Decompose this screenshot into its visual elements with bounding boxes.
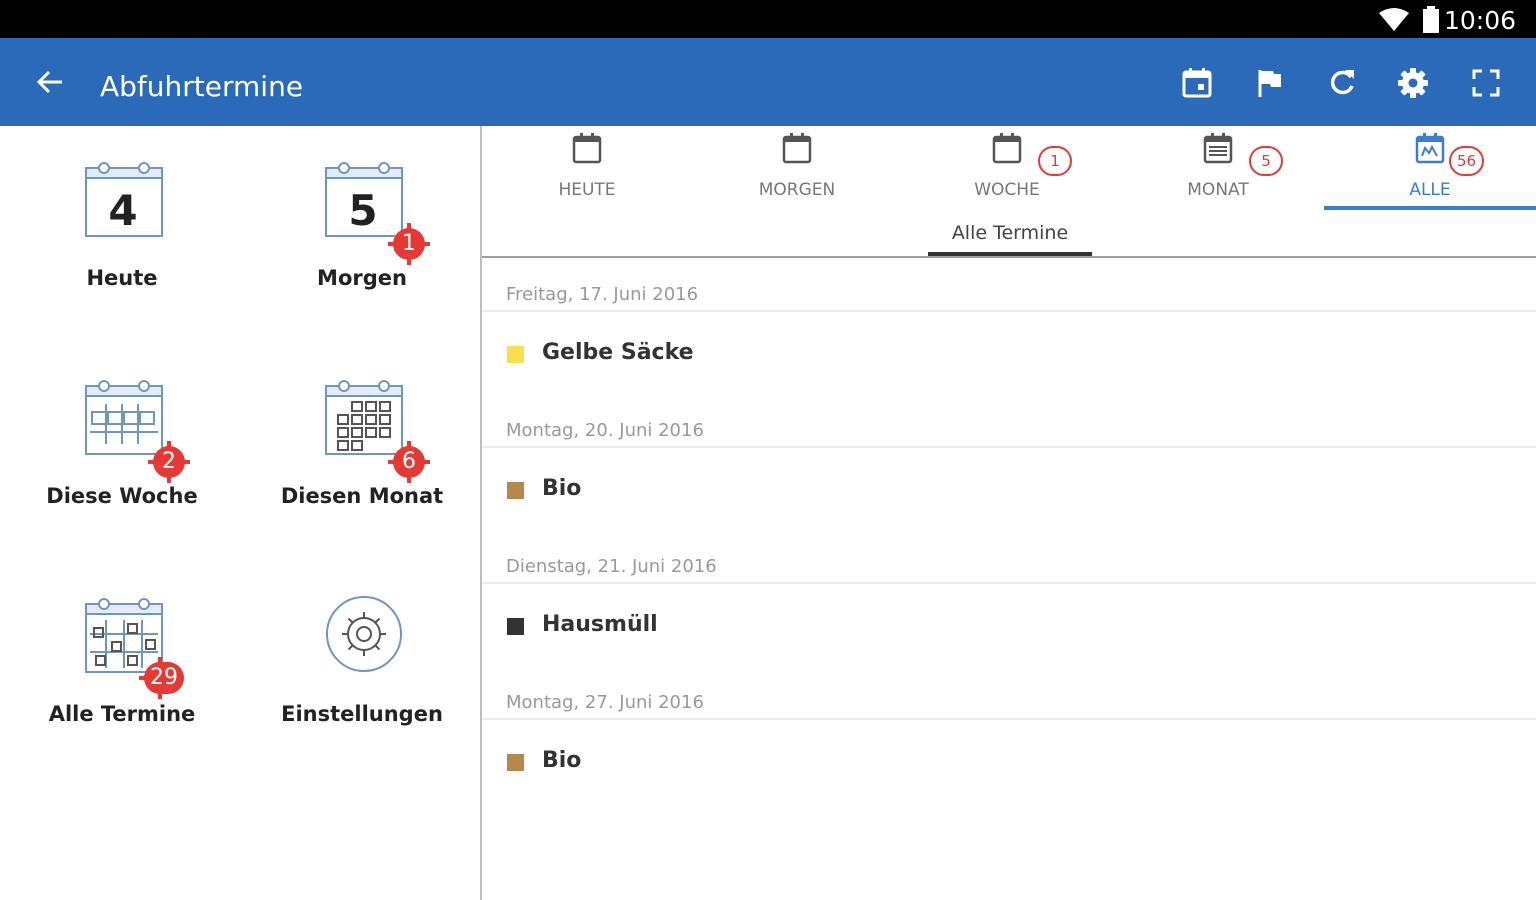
- tile-alle-termine[interactable]: 29 Alle Termine: [22, 594, 222, 784]
- app-bar: Abfuhrtermine: [0, 38, 1536, 126]
- count-badge: 6: [388, 441, 430, 483]
- waste-color-swatch: [507, 618, 524, 635]
- tile-label: Diesen Monat: [280, 484, 444, 508]
- app-title: Abfuhrtermine: [100, 70, 304, 103]
- entry-date: Freitag, 17. Juni 2016: [482, 258, 1536, 312]
- list-item[interactable]: Hausmüll: [482, 584, 1536, 666]
- tab-count-badge: 5: [1249, 146, 1283, 176]
- tab-label: MORGEN: [758, 180, 836, 200]
- tile-morgen[interactable]: 5 1 Morgen: [262, 158, 462, 348]
- tab-label: WOCHE: [974, 180, 1040, 200]
- tile-label: Einstellungen: [281, 702, 443, 726]
- list-group: Montag, 20. Juni 2016 Bio: [482, 394, 1536, 530]
- refresh-icon[interactable]: [1325, 66, 1359, 100]
- calendar-icon: [782, 133, 812, 164]
- tab-count-badge: 1: [1038, 146, 1072, 176]
- tile-diesen-monat[interactable]: 6 Diesen Monat: [262, 376, 462, 566]
- settings-gear-icon[interactable]: [1396, 66, 1430, 100]
- calendar-week-icon: [85, 380, 163, 455]
- tab-alle[interactable]: 56 ALLE: [1325, 126, 1535, 211]
- subtab-alle-termine[interactable]: Alle Termine: [928, 222, 1092, 244]
- entry-date: Montag, 20. Juni 2016: [482, 394, 1536, 448]
- tab-woche[interactable]: 1 WOCHE: [902, 126, 1112, 211]
- tile-label: Heute: [86, 266, 158, 290]
- waste-color-swatch: [507, 346, 524, 363]
- count-badge: 1: [388, 223, 430, 265]
- list-group: Freitag, 17. Juni 2016 Gelbe Säcke: [482, 258, 1536, 394]
- tile-label: Alle Termine: [48, 702, 196, 726]
- list-item[interactable]: Bio: [482, 720, 1536, 802]
- waste-color-swatch: [507, 482, 524, 499]
- calendar-today-icon[interactable]: [1180, 66, 1214, 100]
- calendar-all-icon: [1415, 133, 1445, 164]
- flag-icon[interactable]: [1253, 66, 1287, 100]
- tab-morgen[interactable]: MORGEN: [692, 126, 902, 211]
- tile-diese-woche[interactable]: 2 Diese Woche: [22, 376, 222, 566]
- entry-name: Hausmüll: [542, 612, 658, 637]
- settings-gear-icon: [326, 596, 402, 672]
- today-day-number: 4: [108, 186, 138, 235]
- fullscreen-icon[interactable]: [1469, 66, 1503, 100]
- tab-label: HEUTE: [558, 180, 616, 200]
- back-arrow-icon[interactable]: [34, 68, 66, 96]
- tile-heute[interactable]: 4 Heute: [22, 158, 222, 348]
- entry-name: Bio: [542, 748, 582, 773]
- battery-icon: [1423, 6, 1439, 33]
- tile-label: Morgen: [317, 266, 407, 290]
- active-tab-indicator: [1324, 206, 1536, 210]
- calendar-month-icon: [1203, 133, 1233, 164]
- tab-label: MONAT: [1187, 180, 1249, 200]
- entries-list: Freitag, 17. Juni 2016 Gelbe Säcke Monta…: [482, 258, 1536, 802]
- wifi-icon: [1379, 8, 1409, 31]
- list-group: Montag, 27. Juni 2016 Bio: [482, 666, 1536, 802]
- waste-color-swatch: [507, 754, 524, 771]
- calendar-icon: [992, 133, 1022, 164]
- entry-date: Dienstag, 21. Juni 2016: [482, 530, 1536, 584]
- tab-heute[interactable]: HEUTE: [482, 126, 692, 211]
- calendar-icon: [572, 133, 602, 164]
- calendar-month-icon: [325, 380, 403, 455]
- tomorrow-day-number: 5: [348, 186, 378, 235]
- status-clock: 10:06: [1443, 6, 1516, 35]
- entry-date: Montag, 27. Juni 2016: [482, 666, 1536, 720]
- entry-name: Gelbe Säcke: [542, 340, 694, 365]
- tab-monat[interactable]: 5 MONAT: [1113, 126, 1323, 211]
- list-item[interactable]: Gelbe Säcke: [482, 312, 1536, 394]
- count-badge: 2: [148, 441, 190, 483]
- entry-name: Bio: [542, 476, 582, 501]
- list-group: Dienstag, 21. Juni 2016 Hausmüll: [482, 530, 1536, 666]
- tab-count-badge: 56: [1449, 146, 1485, 176]
- count-badge: 29: [139, 657, 184, 699]
- status-bar: 10:06: [0, 0, 1536, 38]
- tab-label: ALLE: [1409, 180, 1451, 200]
- tile-label: Diese Woche: [46, 484, 198, 508]
- tile-einstellungen[interactable]: Einstellungen: [262, 594, 462, 784]
- list-item[interactable]: Bio: [482, 448, 1536, 530]
